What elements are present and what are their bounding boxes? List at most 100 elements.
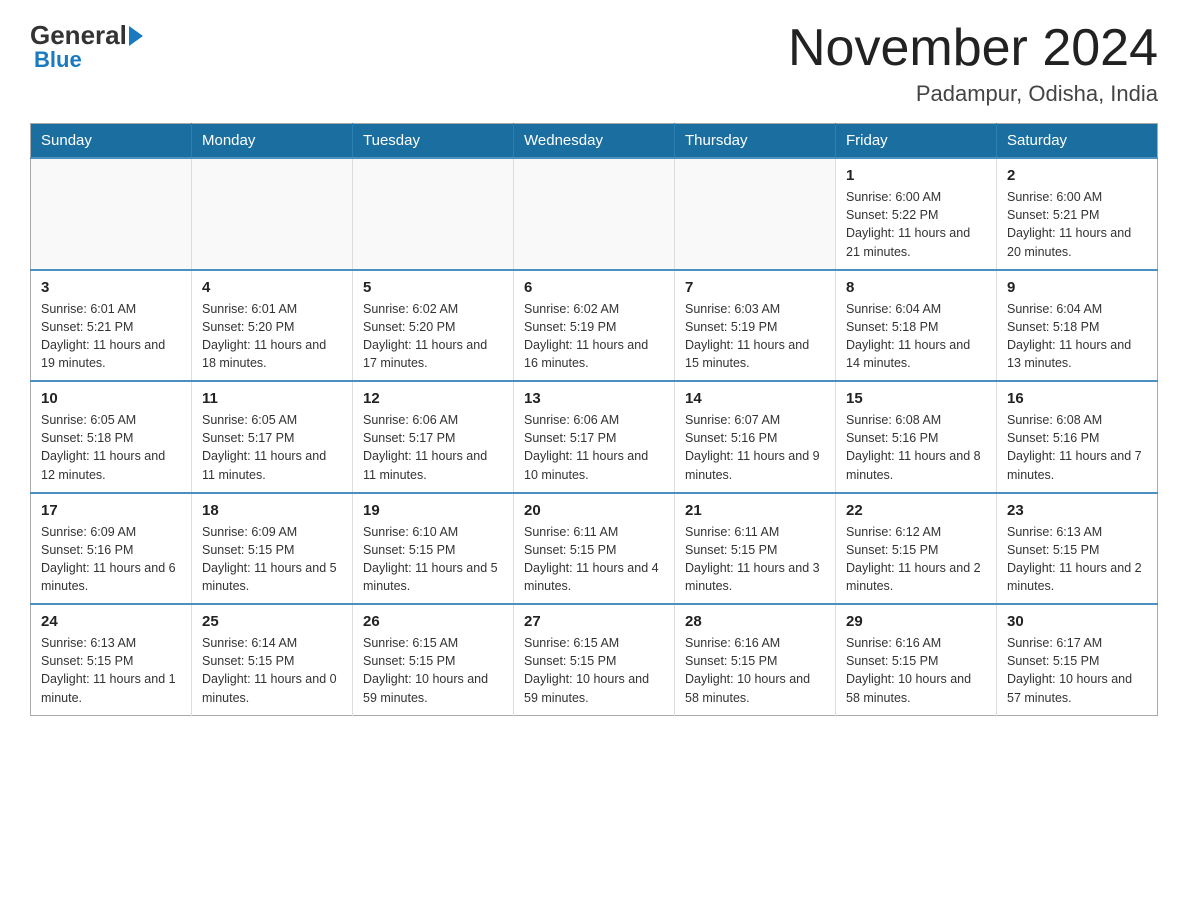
day-number: 8 <box>846 279 986 296</box>
calendar-cell <box>192 158 353 270</box>
day-number: 9 <box>1007 279 1147 296</box>
day-number: 5 <box>363 279 503 296</box>
day-info: Sunrise: 6:00 AMSunset: 5:22 PMDaylight:… <box>846 188 986 261</box>
day-number: 29 <box>846 613 986 630</box>
calendar-week-4: 17Sunrise: 6:09 AMSunset: 5:16 PMDayligh… <box>31 493 1158 605</box>
day-info: Sunrise: 6:03 AMSunset: 5:19 PMDaylight:… <box>685 300 825 373</box>
day-info: Sunrise: 6:16 AMSunset: 5:15 PMDaylight:… <box>685 634 825 707</box>
day-number: 16 <box>1007 390 1147 407</box>
day-number: 1 <box>846 167 986 184</box>
calendar-cell <box>514 158 675 270</box>
calendar-cell: 26 Sunrise: 6:15 AMSunset: 5:15 PMDayligh… <box>353 604 514 715</box>
day-info: Sunrise: 6:07 AMSunset: 5:16 PMDaylight:… <box>685 411 825 484</box>
calendar-cell: 2 Sunrise: 6:00 AMSunset: 5:21 PMDaylight… <box>997 158 1158 270</box>
calendar-cell: 22Sunrise: 6:12 AMSunset: 5:15 PMDayligh… <box>836 493 997 605</box>
day-number: 30 <box>1007 613 1147 630</box>
day-info: Sunrise: 6:02 AMSunset: 5:20 PMDaylight:… <box>363 300 503 373</box>
day-info: Sunrise: 6:05 AMSunset: 5:17 PMDaylight:… <box>202 411 342 484</box>
calendar-cell: 7Sunrise: 6:03 AMSunset: 5:19 PMDaylight… <box>675 270 836 382</box>
day-number: 13 <box>524 390 664 407</box>
day-number: 28 <box>685 613 825 630</box>
calendar-cell: 18 Sunrise: 6:09 AMSunset: 5:15 PMDayligh… <box>192 493 353 605</box>
day-number: 20 <box>524 502 664 519</box>
day-number: 12 <box>363 390 503 407</box>
day-info: Sunrise: 6:04 AMSunset: 5:18 PMDaylight:… <box>1007 300 1147 373</box>
day-number: 10 <box>41 390 181 407</box>
calendar-cell: 20 Sunrise: 6:11 AMSunset: 5:15 PMDayligh… <box>514 493 675 605</box>
day-number: 21 <box>685 502 825 519</box>
calendar-week-3: 10 Sunrise: 6:05 AMSunset: 5:18 PMDayligh… <box>31 381 1158 493</box>
day-info: Sunrise: 6:14 AMSunset: 5:15 PMDaylight:… <box>202 634 342 707</box>
day-info: Sunrise: 6:06 AMSunset: 5:17 PMDaylight:… <box>524 411 664 484</box>
weekday-header-tuesday: Tuesday <box>353 124 514 159</box>
calendar-cell: 14 Sunrise: 6:07 AMSunset: 5:16 PMDayligh… <box>675 381 836 493</box>
calendar-cell: 12 Sunrise: 6:06 AMSunset: 5:17 PMDayligh… <box>353 381 514 493</box>
calendar-week-2: 3Sunrise: 6:01 AMSunset: 5:21 PMDaylight… <box>31 270 1158 382</box>
day-info: Sunrise: 6:06 AMSunset: 5:17 PMDaylight:… <box>363 411 503 484</box>
day-number: 11 <box>202 390 342 407</box>
weekday-header-row: SundayMondayTuesdayWednesdayThursdayFrid… <box>31 124 1158 159</box>
calendar-cell: 17Sunrise: 6:09 AMSunset: 5:16 PMDayligh… <box>31 493 192 605</box>
day-number: 15 <box>846 390 986 407</box>
day-info: Sunrise: 6:10 AMSunset: 5:15 PMDaylight:… <box>363 523 503 596</box>
calendar-cell: 28 Sunrise: 6:16 AMSunset: 5:15 PMDayligh… <box>675 604 836 715</box>
day-number: 4 <box>202 279 342 296</box>
calendar-cell: 24Sunrise: 6:13 AMSunset: 5:15 PMDayligh… <box>31 604 192 715</box>
calendar-title: November 2024 Padampur, Odisha, India <box>788 20 1158 107</box>
calendar-cell: 8Sunrise: 6:04 AMSunset: 5:18 PMDaylight… <box>836 270 997 382</box>
location: Padampur, Odisha, India <box>788 81 1158 107</box>
day-info: Sunrise: 6:08 AMSunset: 5:16 PMDaylight:… <box>846 411 986 484</box>
calendar-cell: 21Sunrise: 6:11 AMSunset: 5:15 PMDayligh… <box>675 493 836 605</box>
day-info: Sunrise: 6:09 AMSunset: 5:15 PMDaylight:… <box>202 523 342 596</box>
day-info: Sunrise: 6:13 AMSunset: 5:15 PMDaylight:… <box>41 634 181 707</box>
day-number: 19 <box>363 502 503 519</box>
day-info: Sunrise: 6:01 AMSunset: 5:20 PMDaylight:… <box>202 300 342 373</box>
day-number: 2 <box>1007 167 1147 184</box>
day-number: 25 <box>202 613 342 630</box>
calendar-cell: 16 Sunrise: 6:08 AMSunset: 5:16 PMDayligh… <box>997 381 1158 493</box>
weekday-header-wednesday: Wednesday <box>514 124 675 159</box>
day-number: 18 <box>202 502 342 519</box>
calendar-cell: 23Sunrise: 6:13 AMSunset: 5:15 PMDayligh… <box>997 493 1158 605</box>
day-info: Sunrise: 6:15 AMSunset: 5:15 PMDaylight:… <box>524 634 664 707</box>
calendar-cell: 13 Sunrise: 6:06 AMSunset: 5:17 PMDayligh… <box>514 381 675 493</box>
calendar-cell: 25 Sunrise: 6:14 AMSunset: 5:15 PMDayligh… <box>192 604 353 715</box>
calendar-cell: 6 Sunrise: 6:02 AMSunset: 5:19 PMDaylight… <box>514 270 675 382</box>
weekday-header-monday: Monday <box>192 124 353 159</box>
day-info: Sunrise: 6:08 AMSunset: 5:16 PMDaylight:… <box>1007 411 1147 484</box>
weekday-header-saturday: Saturday <box>997 124 1158 159</box>
day-info: Sunrise: 6:01 AMSunset: 5:21 PMDaylight:… <box>41 300 181 373</box>
day-number: 14 <box>685 390 825 407</box>
day-info: Sunrise: 6:15 AMSunset: 5:15 PMDaylight:… <box>363 634 503 707</box>
day-info: Sunrise: 6:00 AMSunset: 5:21 PMDaylight:… <box>1007 188 1147 261</box>
calendar-cell <box>31 158 192 270</box>
calendar-cell: 30 Sunrise: 6:17 AMSunset: 5:15 PMDayligh… <box>997 604 1158 715</box>
day-info: Sunrise: 6:16 AMSunset: 5:15 PMDaylight:… <box>846 634 986 707</box>
day-number: 26 <box>363 613 503 630</box>
calendar-table: SundayMondayTuesdayWednesdayThursdayFrid… <box>30 123 1158 716</box>
day-number: 17 <box>41 502 181 519</box>
header: General Blue November 2024 Padampur, Odi… <box>30 20 1158 107</box>
logo-blue-text: Blue <box>34 47 82 73</box>
calendar-cell: 1 Sunrise: 6:00 AMSunset: 5:22 PMDaylight… <box>836 158 997 270</box>
weekday-header-friday: Friday <box>836 124 997 159</box>
day-info: Sunrise: 6:12 AMSunset: 5:15 PMDaylight:… <box>846 523 986 596</box>
calendar-cell: 9 Sunrise: 6:04 AMSunset: 5:18 PMDaylight… <box>997 270 1158 382</box>
calendar-cell: 4 Sunrise: 6:01 AMSunset: 5:20 PMDaylight… <box>192 270 353 382</box>
calendar-week-1: 1 Sunrise: 6:00 AMSunset: 5:22 PMDaylight… <box>31 158 1158 270</box>
calendar-cell: 10 Sunrise: 6:05 AMSunset: 5:18 PMDayligh… <box>31 381 192 493</box>
day-info: Sunrise: 6:13 AMSunset: 5:15 PMDaylight:… <box>1007 523 1147 596</box>
day-info: Sunrise: 6:05 AMSunset: 5:18 PMDaylight:… <box>41 411 181 484</box>
day-info: Sunrise: 6:17 AMSunset: 5:15 PMDaylight:… <box>1007 634 1147 707</box>
calendar-week-5: 24Sunrise: 6:13 AMSunset: 5:15 PMDayligh… <box>31 604 1158 715</box>
day-number: 6 <box>524 279 664 296</box>
day-info: Sunrise: 6:11 AMSunset: 5:15 PMDaylight:… <box>524 523 664 596</box>
calendar-cell: 27 Sunrise: 6:15 AMSunset: 5:15 PMDayligh… <box>514 604 675 715</box>
logo: General Blue <box>30 20 143 73</box>
calendar-cell: 11 Sunrise: 6:05 AMSunset: 5:17 PMDayligh… <box>192 381 353 493</box>
day-number: 27 <box>524 613 664 630</box>
calendar-cell: 3Sunrise: 6:01 AMSunset: 5:21 PMDaylight… <box>31 270 192 382</box>
calendar-cell: 19 Sunrise: 6:10 AMSunset: 5:15 PMDayligh… <box>353 493 514 605</box>
calendar-cell: 5 Sunrise: 6:02 AMSunset: 5:20 PMDaylight… <box>353 270 514 382</box>
day-info: Sunrise: 6:02 AMSunset: 5:19 PMDaylight:… <box>524 300 664 373</box>
